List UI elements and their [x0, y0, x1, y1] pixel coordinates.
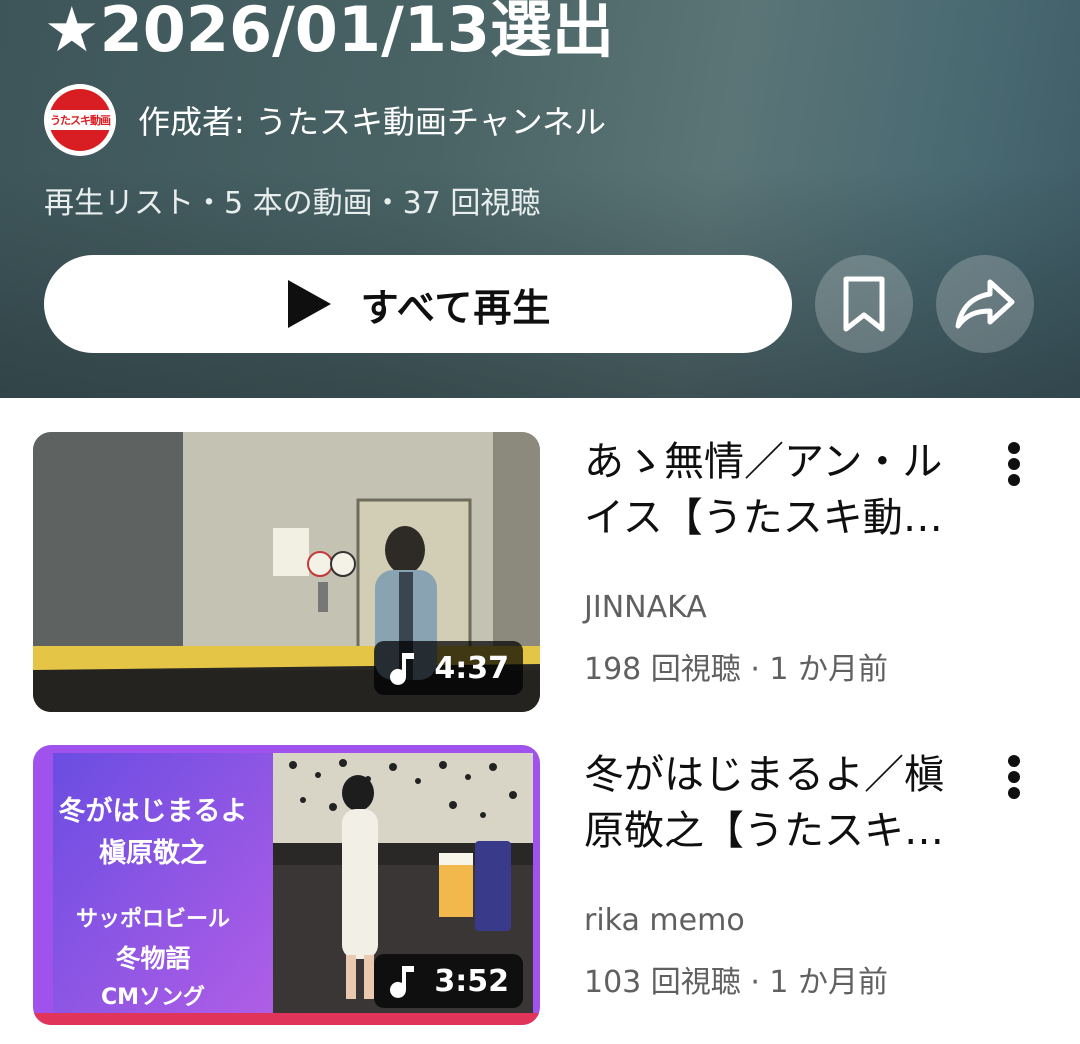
playlist-meta: 再生リスト・5 本の動画・37 回視聴: [44, 186, 541, 221]
more-vert-icon: [1008, 442, 1020, 486]
more-options-button[interactable]: [990, 747, 1038, 807]
video-title[interactable]: あゝ無情／アン・ルイス【うたスキ動画】: [584, 434, 944, 546]
video-title[interactable]: 冬がはじまるよ／槇原敬之【うたスキ動画】: [584, 747, 944, 859]
share-playlist-button[interactable]: [936, 255, 1034, 353]
list-item[interactable]: 冬がはじまるよ 槇原敬之 サッポロビール 冬物語 CMソング 3:52 冬がはじ…: [0, 745, 1080, 1035]
owner-row[interactable]: うたスキ動画 作成者: うたスキ動画チャンネル: [44, 84, 606, 156]
list-item[interactable]: 4:37 あゝ無情／アン・ルイス【うたスキ動画】 JINNAKA 198 回視聴…: [0, 432, 1080, 722]
video-thumbnail[interactable]: 冬がはじまるよ 槇原敬之 サッポロビール 冬物語 CMソング 3:52: [33, 745, 540, 1025]
thumb-product: 冬物語: [115, 944, 191, 973]
music-note-icon: [390, 653, 415, 685]
owner-prefix: 作成者:: [138, 103, 245, 141]
video-views: 103 回視聴 · 1 か月前: [584, 965, 889, 1000]
thumb-song-title: 冬がはじまるよ: [58, 796, 248, 827]
play-icon: [287, 280, 331, 328]
duration-badge: 3:52: [374, 954, 523, 1008]
more-vert-icon: [1008, 755, 1020, 799]
avatar-logo: うたスキ動画: [48, 89, 112, 151]
music-note-icon: [390, 966, 415, 998]
video-channel: rika memo: [584, 903, 745, 938]
bookmark-icon: [843, 276, 885, 332]
duration-badge: 4:37: [374, 641, 523, 695]
save-playlist-button[interactable]: [815, 255, 913, 353]
owner-name[interactable]: うたスキ動画チャンネル: [255, 103, 606, 141]
channel-avatar[interactable]: うたスキ動画: [44, 84, 116, 156]
owner-line[interactable]: 作成者: うたスキ動画チャンネル: [138, 97, 606, 143]
play-all-label: すべて再生: [360, 287, 552, 330]
video-views: 198 回視聴 · 1 か月前: [584, 652, 889, 687]
video-thumbnail[interactable]: 4:37: [33, 432, 540, 712]
duration-text: 3:52: [434, 963, 509, 999]
duration-text: 4:37: [434, 650, 509, 686]
more-options-button[interactable]: [990, 434, 1038, 494]
playlist-header: ★2026/01/13選出 うたスキ動画 作成者: うたスキ動画チャンネル 再生…: [0, 0, 1080, 398]
share-icon: [955, 279, 1015, 329]
avatar-logo-text: うたスキ動画: [48, 110, 112, 130]
thumb-sponsor: サッポロビール: [75, 907, 230, 932]
thumb-cm-song: CMソング: [100, 985, 206, 1010]
video-channel: JINNAKA: [584, 590, 707, 625]
play-all-button[interactable]: すべて再生: [44, 255, 792, 353]
thumb-artist: 槇原敬之: [99, 838, 207, 869]
playlist-title: ★2026/01/13選出: [44, 0, 614, 66]
